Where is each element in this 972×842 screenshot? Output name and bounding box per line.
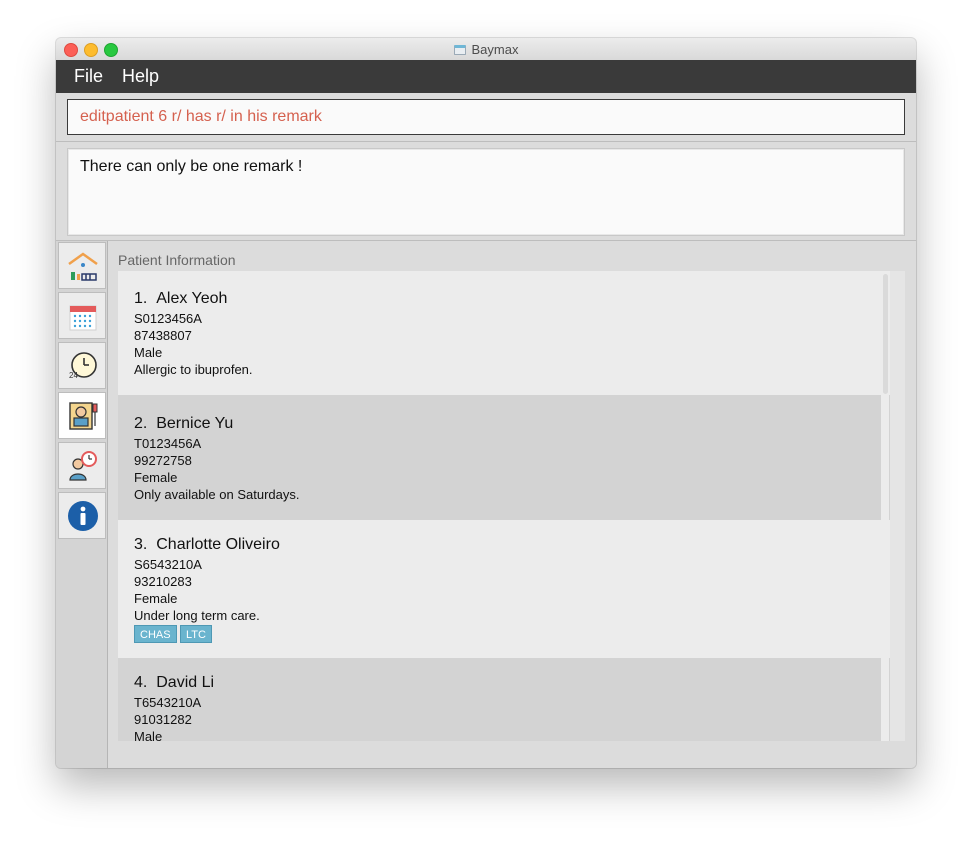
patient-gender: Male: [134, 729, 163, 741]
patient-phone: 87438807: [134, 328, 192, 343]
tab-schedule[interactable]: 24: [58, 342, 106, 389]
patient-gender: Female: [134, 591, 178, 606]
patient-remark: Under long term care.: [134, 608, 260, 623]
app-icon: [453, 45, 466, 55]
window-title: Baymax: [56, 42, 916, 57]
patient-name: 3. Charlotte Oliveiro: [134, 536, 280, 553]
patient-nric: T0123456A: [134, 436, 202, 451]
patient-info-icon: [69, 402, 98, 430]
patient-card[interactable]: 1. Alex Yeoh S0123456A 87438807 Male All…: [118, 271, 890, 395]
tab-calendar[interactable]: [58, 292, 106, 339]
svg-text:24: 24: [69, 371, 78, 380]
patient-card[interactable]: 3. Charlotte Oliveiro S6543210A 93210283…: [118, 520, 890, 658]
menu-help[interactable]: Help: [122, 66, 159, 87]
result-display: There can only be one remark !: [67, 148, 905, 236]
patient-phone: 91031282: [134, 712, 192, 727]
clock-24h-icon: 24: [69, 352, 97, 380]
menu-file[interactable]: File: [74, 66, 103, 87]
command-input-text: editpatient 6 r/ has r/ in his remark: [80, 108, 322, 125]
patient-gender: Female: [134, 470, 178, 485]
divider: [56, 141, 916, 142]
patient-nric: S6543210A: [134, 557, 202, 572]
patient-appointment-icon: [69, 451, 97, 481]
patient-nric: T6543210A: [134, 695, 202, 710]
patient-card[interactable]: 2. Bernice Yu T0123456A 99272758 Female …: [118, 395, 890, 520]
patient-panel: Patient Information 1. Alex Yeoh S012345…: [108, 241, 916, 768]
patient-nric: S0123456A: [134, 311, 202, 326]
panel-title: Patient Information: [118, 252, 236, 268]
patient-name: 4. David Li: [134, 674, 215, 691]
patient-name: 1. Alex Yeoh: [134, 290, 228, 307]
scrollbar-thumb[interactable]: [883, 274, 888, 394]
patient-name: 2. Bernice Yu: [134, 415, 234, 432]
home-icon: [68, 252, 98, 281]
patient-phone: 99272758: [134, 453, 192, 468]
list-scrollbar[interactable]: [881, 271, 889, 741]
menu-bar: File Help: [56, 60, 916, 93]
patient-card[interactable]: 4. David Li T6543210A 91031282 Male: [118, 658, 890, 741]
tag-list: CHAS LTC: [134, 625, 334, 643]
command-input[interactable]: editpatient 6 r/ has r/ in his remark: [67, 99, 905, 135]
patient-list[interactable]: 1. Alex Yeoh S0123456A 87438807 Male All…: [118, 271, 905, 741]
tab-patient-information[interactable]: [58, 392, 106, 439]
sidebar: 24: [56, 241, 108, 768]
app-window: Baymax File Help editpatient 6 r/ has r/…: [56, 38, 916, 768]
window-title-text: Baymax: [471, 42, 519, 57]
tab-info[interactable]: [58, 492, 106, 539]
patient-remark: Only available on Saturdays.: [134, 487, 300, 502]
calendar-icon: [69, 305, 97, 331]
info-icon: [68, 501, 98, 531]
patient-phone: 93210283: [134, 574, 192, 589]
result-text: There can only be one remark !: [80, 158, 303, 175]
patient-remark: Allergic to ibuprofen.: [134, 362, 253, 377]
tab-home[interactable]: [58, 242, 106, 289]
tab-patient-appointments[interactable]: [58, 442, 106, 489]
title-bar: Baymax: [56, 38, 916, 61]
tag-chas: CHAS: [134, 625, 177, 643]
patient-gender: Male: [134, 345, 163, 360]
tag-ltc: LTC: [180, 625, 212, 643]
